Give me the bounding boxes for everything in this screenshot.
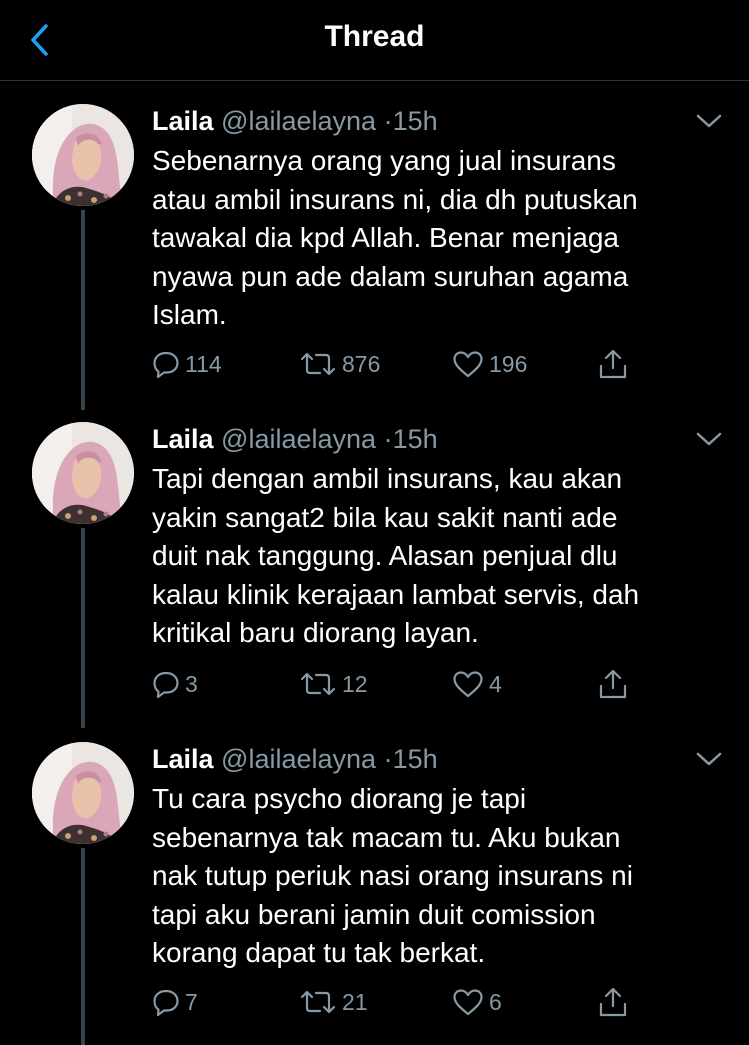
reply-count: 7 <box>185 988 198 1015</box>
share-icon <box>599 669 627 699</box>
reply-count: 114 <box>185 350 222 377</box>
heart-icon <box>453 989 483 1016</box>
tweet-header: Laila @lailaelayna ·15h <box>152 744 438 775</box>
tweet-text-line: kalau klinik kerajaan lambat servis, dah <box>152 578 640 610</box>
avatar[interactable] <box>32 422 134 524</box>
heart-icon <box>453 671 483 698</box>
tweet-menu-button[interactable] <box>694 750 724 770</box>
share-icon <box>599 987 627 1017</box>
reply-icon <box>153 351 179 378</box>
retweet-count: 876 <box>342 350 381 377</box>
reply-count: 3 <box>185 670 198 697</box>
tweet-text-line: korang dapat tu tak berkat. <box>152 937 486 968</box>
reply-icon <box>153 671 179 698</box>
page-title: Thread <box>324 20 425 53</box>
thread-screen: Thread Laila @lailaelayna ·15h Sebenarny… <box>0 0 749 1045</box>
tweet-header: Laila @lailaelayna ·15h <box>152 424 438 455</box>
tweet-text-line: Islam. <box>152 299 227 330</box>
timestamp[interactable]: 15h <box>393 744 438 774</box>
retweet-icon <box>300 990 336 1014</box>
tweet-actions: 3 12 4 <box>152 664 652 704</box>
tweet-text-line: kritikal baru diorang layan. <box>152 617 479 648</box>
author-handle[interactable]: @lailaelayna <box>221 744 376 774</box>
author-handle[interactable]: @lailaelayna <box>221 106 376 136</box>
tweet-text-line: Sebenarnya orang yang jual insurans <box>152 145 616 176</box>
chevron-down-icon <box>696 432 722 446</box>
heart-icon <box>453 351 483 378</box>
tweet-menu-button[interactable] <box>694 112 724 132</box>
tweet-text-line: nyawa pun ade dalam suruhan agama <box>152 260 629 292</box>
author-handle[interactable]: @lailaelayna <box>221 424 376 454</box>
like-button[interactable]: 196 <box>452 344 527 384</box>
share-button[interactable] <box>598 344 628 384</box>
tweet-text-line: nak tutup periuk nasi orang insurans ni <box>152 860 633 891</box>
retweet-count: 12 <box>342 670 368 697</box>
retweet-icon <box>300 352 336 376</box>
tweet-actions: 114 876 196 <box>152 344 652 384</box>
tweet-menu-button[interactable] <box>694 430 724 450</box>
tweet-text-line: yakin sangat2 bila kau sakit nanti ade <box>152 501 618 533</box>
tweet-text-line: sebenarnya tak macam tu. Aku bukan <box>152 821 621 853</box>
chevron-down-icon <box>696 752 722 766</box>
separator-dot: · <box>383 106 393 136</box>
avatar[interactable] <box>32 104 134 206</box>
reply-button[interactable]: 114 <box>152 344 222 384</box>
top-bar: Thread <box>0 0 749 81</box>
like-button[interactable]: 4 <box>452 664 502 704</box>
tweet-text: Sebenarnya orang yang jual insurans atau… <box>152 142 732 335</box>
author-name[interactable]: Laila <box>152 106 214 136</box>
tweet-header: Laila @lailaelayna ·15h <box>152 106 438 137</box>
retweet-button[interactable]: 876 <box>299 344 380 384</box>
avatar[interactable] <box>32 742 134 844</box>
author-name[interactable]: Laila <box>152 424 214 454</box>
tweet-text-line: Tapi dengan ambil insurans, kau akan <box>152 463 623 494</box>
tweet-text-line: Tu cara psycho diorang je tapi <box>152 783 527 814</box>
tweet-text: Tu cara psycho diorang je tapi sebenarny… <box>152 780 732 973</box>
reply-icon <box>153 989 179 1016</box>
share-button[interactable] <box>598 982 628 1022</box>
tweet-text-line: tapi aku berani jamin duit comission <box>152 898 596 930</box>
reply-button[interactable]: 7 <box>152 982 198 1022</box>
timestamp[interactable]: 15h <box>393 424 438 454</box>
like-count: 4 <box>489 670 502 697</box>
share-icon <box>599 349 627 379</box>
like-button[interactable]: 6 <box>452 982 502 1022</box>
separator-dot: · <box>383 744 393 774</box>
retweet-button[interactable]: 21 <box>299 982 368 1022</box>
author-name[interactable]: Laila <box>152 744 214 774</box>
like-count: 196 <box>489 350 528 377</box>
timestamp[interactable]: 15h <box>393 106 438 136</box>
tweet[interactable]: Laila @lailaelayna ·15h Tu cara psycho d… <box>0 742 749 1032</box>
retweet-icon <box>300 672 336 696</box>
chevron-down-icon <box>696 114 722 128</box>
tweet-text: Tapi dengan ambil insurans, kau akan yak… <box>152 460 732 653</box>
tweet-text-line: duit nak tanggung. Alasan penjual dlu <box>152 540 618 571</box>
tweet[interactable]: Laila @lailaelayna ·15h Sebenarnya orang… <box>0 104 749 394</box>
reply-button[interactable]: 3 <box>152 664 198 704</box>
tweet[interactable]: Laila @lailaelayna ·15h Tapi dengan ambi… <box>0 422 749 712</box>
tweet-text-line: atau ambil insurans ni, dia dh putuskan <box>152 183 638 215</box>
retweet-count: 21 <box>342 988 368 1015</box>
tweet-actions: 7 21 6 <box>152 982 652 1022</box>
separator-dot: · <box>383 424 393 454</box>
share-button[interactable] <box>598 664 628 704</box>
retweet-button[interactable]: 12 <box>299 664 368 704</box>
like-count: 6 <box>489 988 502 1015</box>
tweet-text-line: tawakal dia kpd Allah. Benar menjaga <box>152 222 619 253</box>
